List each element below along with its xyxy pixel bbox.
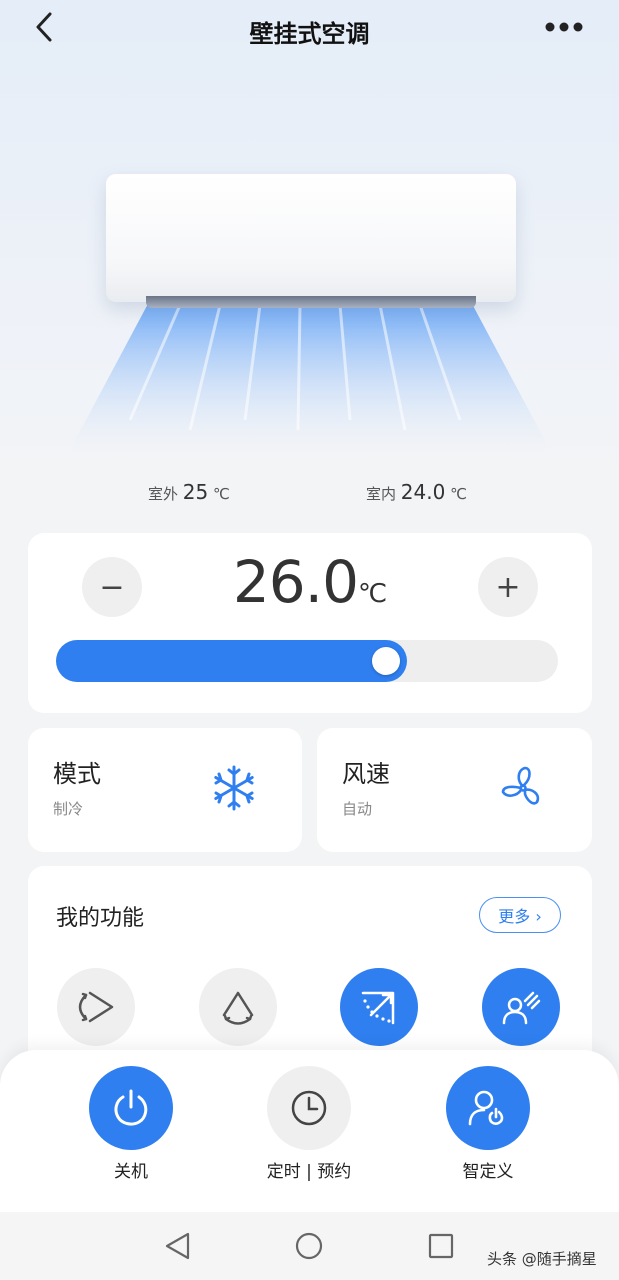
set-temperature-value: 26.0	[232, 548, 359, 616]
outdoor-unit: ℃	[213, 485, 230, 503]
wind-avoid-person-icon	[502, 991, 541, 1025]
wind-speed-value: 自动	[342, 800, 373, 818]
plus-icon: +	[495, 569, 521, 605]
more-horizontal-icon	[545, 22, 583, 32]
user-power-icon	[468, 1090, 504, 1126]
wind-speed-title: 风速	[342, 760, 390, 788]
wind-avoid-person-button[interactable]	[482, 968, 560, 1046]
swing-vertical-button[interactable]	[199, 968, 277, 1046]
decrease-temperature-button[interactable]: −	[82, 557, 142, 617]
clock-icon	[291, 1090, 327, 1126]
swing-horizontal-icon	[78, 991, 114, 1023]
timer-button[interactable]	[267, 1066, 351, 1150]
mode-title: 模式	[53, 760, 101, 788]
indoor-label: 室内	[366, 485, 397, 503]
indoor-temperature: 室内 24.0 ℃	[366, 480, 467, 504]
power-label: 关机	[114, 1162, 148, 1182]
wind-deflect-button[interactable]	[340, 968, 418, 1046]
ac-vent	[146, 296, 476, 308]
custom-scene-label: 智定义	[462, 1162, 514, 1182]
timer-label: 定时 | 预约	[266, 1162, 352, 1182]
my-functions-title: 我的功能	[56, 906, 145, 931]
power-button[interactable]	[89, 1066, 173, 1150]
more-button[interactable]	[540, 12, 590, 42]
set-temperature: 26.0℃	[200, 548, 420, 616]
set-temperature-unit: ℃	[357, 579, 388, 609]
outdoor-value: 25	[182, 480, 209, 504]
temperature-slider-handle[interactable]	[372, 647, 400, 675]
ac-illustration	[60, 160, 560, 460]
power-icon	[114, 1089, 148, 1126]
wind-speed-card[interactable]: 风速 自动	[317, 728, 592, 852]
mode-value: 制冷	[53, 800, 84, 818]
increase-temperature-button[interactable]: +	[478, 557, 538, 617]
temperature-slider-fill	[56, 640, 407, 682]
custom-scene-button[interactable]	[446, 1066, 530, 1150]
watermark: 头条 @随手摘星	[487, 1250, 597, 1268]
indoor-value: 24.0	[400, 480, 446, 504]
more-functions-button[interactable]: 更多 ›	[479, 897, 561, 933]
ac-unit	[106, 174, 516, 302]
minus-icon: −	[99, 569, 125, 605]
airflow-illustration	[70, 300, 550, 450]
swing-vertical-icon	[222, 991, 254, 1025]
swing-horizontal-button[interactable]	[57, 968, 135, 1046]
outdoor-label: 室外	[148, 485, 179, 503]
nav-back-icon[interactable]	[162, 1230, 194, 1262]
wind-deflect-icon	[361, 991, 395, 1025]
indoor-unit: ℃	[450, 485, 467, 503]
snowflake-icon	[214, 765, 254, 811]
fan-icon	[501, 766, 540, 805]
system-navigation-bar	[0, 1212, 619, 1280]
nav-home-icon[interactable]	[293, 1230, 325, 1262]
nav-recents-icon[interactable]	[425, 1230, 457, 1262]
page-title: 壁挂式空调	[249, 20, 370, 48]
outdoor-temperature: 室外 25 ℃	[148, 480, 230, 504]
mode-card[interactable]: 模式 制冷	[28, 728, 302, 852]
